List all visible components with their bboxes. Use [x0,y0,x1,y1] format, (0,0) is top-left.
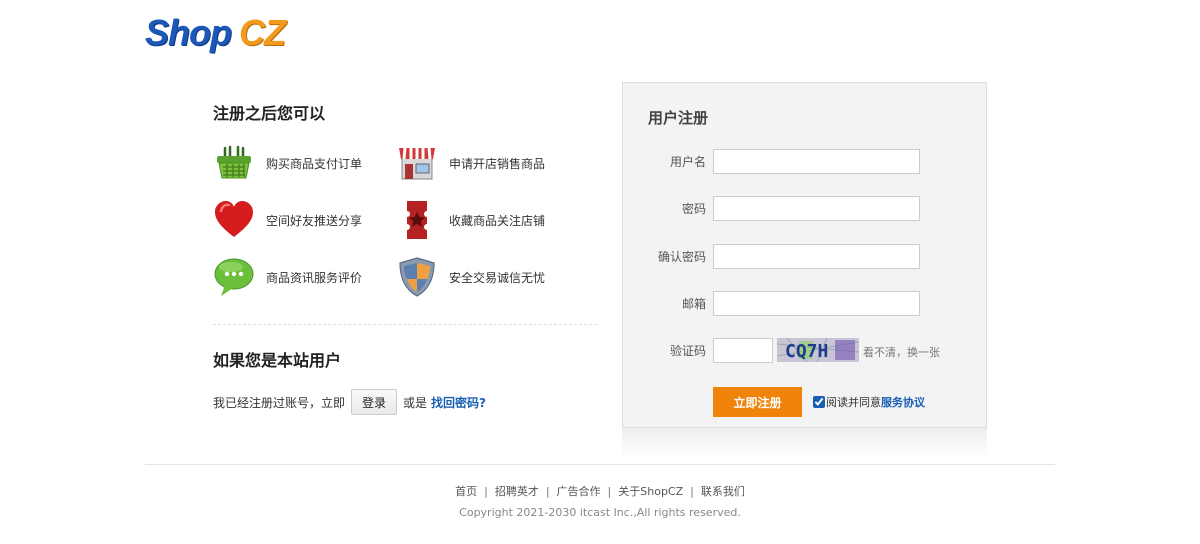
username-input[interactable] [713,149,920,174]
basket-icon [213,142,255,184]
find-password-link[interactable]: 找回密码? [431,394,486,411]
existing-user-title: 如果您是本站用户 [213,351,342,370]
email-label: 邮箱 [681,297,706,311]
captcha-label: 验证码 [669,344,706,358]
username-label: 用户名 [669,155,706,169]
username-row: 用户名 [623,149,988,175]
login-button[interactable]: 登录 [351,389,398,415]
footer-link-contact[interactable]: 联系我们 [701,485,745,498]
footer-link-home[interactable]: 首页 [455,485,477,498]
captcha-text: CQ7H [785,341,828,362]
register-title: 用户注册 [648,109,709,127]
dashed-divider [213,324,597,325]
shield-icon [396,256,438,298]
footer-divider [145,464,1055,465]
benefit-label: 商品资讯服务评价 [266,270,363,285]
confirm-password-row: 确认密码 [623,244,988,270]
benefits-grid: 购买商品支付订单 申请开店销售商品 空间好友推送分享 收藏商品关注店铺 商品资讯… [213,142,597,298]
password-input[interactable] [713,196,920,221]
chat-bubble-icon [213,256,255,298]
password-row: 密码 [623,196,988,222]
email-row: 邮箱 [623,291,988,317]
captcha-image[interactable]: CQ7H [777,338,859,362]
register-submit-button[interactable]: 立即注册 [713,387,802,417]
benefit-label: 收藏商品关注店铺 [449,213,546,228]
benefits-title: 注册之后您可以 [213,104,326,123]
terms-of-service-link[interactable]: 服务协议 [881,394,925,410]
captcha-row: 验证码 CQ7H 看不清，换一张 [623,338,988,364]
benefits-section: 注册之后您可以 购买商品支付订单 申请开店销售商品 空间好友推送分享 收藏商品关… [213,100,597,415]
benefit-item: 安全交易诚信无忧 [396,256,579,298]
footer-links: 首页 | 招聘英才 | 广告合作 | 关于ShopCZ | 联系我们 [0,483,1200,499]
email-input[interactable] [713,291,920,316]
footer-separator: | [690,485,694,498]
password-label: 密码 [681,202,706,216]
logo-text-cz: CZ [238,12,286,53]
register-panel: 用户注册 用户名 密码 确认密码 邮箱 验证码 CQ7H 看不清，换一张 立即注… [622,82,987,428]
confirm-password-label: 确认密码 [657,250,706,264]
existing-user-line: 我已经注册过账号，立即 登录 或是 找回密码? [213,389,597,415]
footer-separator: | [545,485,550,498]
benefit-item: 空间好友推送分享 [213,199,396,241]
or-text: 或是 [403,395,428,410]
benefit-item: 购买商品支付订单 [213,142,396,184]
logo-text-shop: Shop [145,12,232,53]
shopcz-logo[interactable]: Shop CZ [145,12,286,54]
footer-separator: | [484,485,488,498]
heart-icon [213,199,255,241]
existing-user-prefix: 我已经注册过账号，立即 [213,395,346,410]
footer-link-ads[interactable]: 广告合作 [557,485,601,498]
bookmark-ribbon-icon [396,199,438,241]
benefit-label: 安全交易诚信无忧 [449,270,546,285]
benefit-label: 购买商品支付订单 [266,156,363,171]
benefit-item: 收藏商品关注店铺 [396,199,579,241]
footer-separator: | [607,485,612,498]
footer-link-about[interactable]: 关于ShopCZ [618,485,683,498]
storefront-icon [396,142,438,184]
panel-shadow [622,428,987,458]
agreement-area: 阅读并同意 服务协议 [813,394,925,410]
benefit-label: 空间好友推送分享 [266,213,363,228]
benefit-item: 商品资讯服务评价 [213,256,396,298]
confirm-password-input[interactable] [713,244,920,269]
captcha-refresh-link[interactable]: 看不清，换一张 [863,344,940,360]
benefit-item: 申请开店销售商品 [396,142,579,184]
agree-checkbox[interactable] [813,396,825,408]
agree-text: 阅读并同意 [826,396,881,409]
copyright: Copyright 2021-2030 itcast Inc.,All righ… [459,506,741,519]
benefit-label: 申请开店销售商品 [449,156,546,171]
footer-link-jobs[interactable]: 招聘英才 [495,485,539,498]
captcha-input[interactable] [713,338,773,363]
